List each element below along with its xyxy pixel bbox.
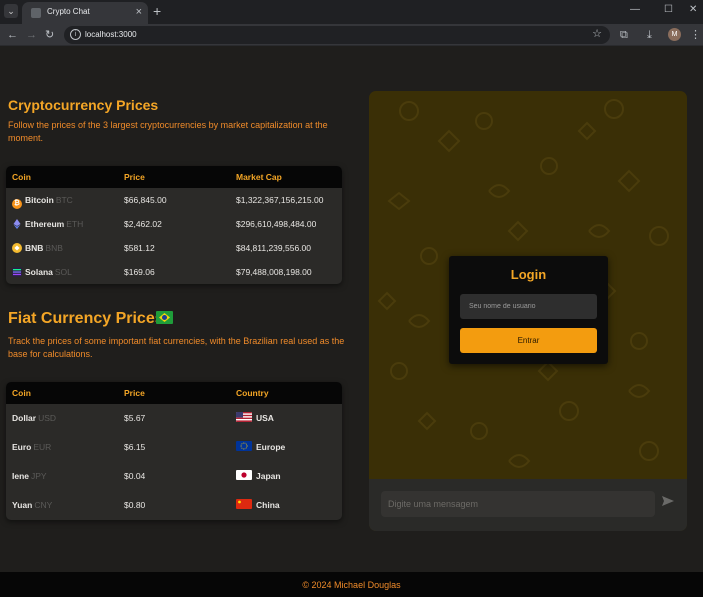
- currency-name: Dollar: [12, 413, 37, 423]
- currency-price: $6.15: [124, 442, 146, 452]
- login-button[interactable]: Entrar: [460, 328, 597, 353]
- profile-avatar[interactable]: M: [668, 28, 681, 41]
- currency-symbol: CNY: [34, 500, 53, 510]
- browser-toolbar: ← → ↻ i localhost:3000 ☆ ⧉ ⤓ ⋮: [0, 24, 703, 46]
- table-row: Ethereum ETH $2,462.02 $296,610,498,484.0…: [6, 212, 342, 236]
- tab-title: Crypto Chat: [47, 7, 90, 16]
- china-flag-icon: [236, 499, 252, 509]
- forward-icon[interactable]: →: [26, 28, 37, 42]
- currency-symbol: USD: [38, 413, 57, 423]
- download-icon[interactable]: ⤓: [647, 28, 652, 42]
- minimize-icon[interactable]: —: [630, 4, 640, 15]
- url-text: localhost:3000: [85, 30, 137, 39]
- close-tab-icon[interactable]: ×: [136, 6, 142, 18]
- currency-name: Euro: [12, 442, 32, 452]
- brazil-flag-icon: [156, 311, 173, 324]
- login-title: Login: [510, 267, 547, 282]
- bnb-icon: [12, 243, 22, 253]
- country-name: USA: [256, 413, 274, 423]
- crypto-section-description: Follow the prices of the 3 largest crypt…: [8, 120, 328, 143]
- coin-name: Ethereum: [25, 219, 65, 229]
- ethereum-icon: [12, 219, 22, 229]
- currency-price: $0.04: [124, 471, 146, 481]
- column-header-coin: Coin: [12, 172, 31, 182]
- close-window-icon[interactable]: ✕: [689, 4, 697, 15]
- coin-market-cap: $1,322,367,156,215.00: [236, 195, 324, 205]
- fiat-section-description: Track the prices of some important fiat …: [8, 336, 345, 359]
- chat-footer: [369, 479, 687, 531]
- coin-name: Solana: [25, 267, 53, 277]
- extensions-icon[interactable]: ⧉: [620, 28, 628, 42]
- maximize-icon[interactable]: ☐: [664, 4, 673, 15]
- currency-name: Yuan: [12, 500, 33, 510]
- currency-price: $5.67: [124, 413, 146, 423]
- coin-symbol: BTC: [55, 195, 73, 205]
- table-row: Euro EUR $6.15 Europe: [6, 433, 342, 462]
- bitcoin-icon: ₿: [12, 199, 22, 209]
- table-row: Dollar USD $5.67 USA: [6, 404, 342, 433]
- coin-symbol: BNB: [45, 243, 63, 253]
- coin-symbol: SOL: [54, 267, 72, 277]
- crypto-table: Coin Price Market Cap ₿ Bitcoin BTC $66,84…: [6, 166, 342, 284]
- currency-price: $0.80: [124, 500, 146, 510]
- browser-tabbar: ⌄ Crypto Chat × + — ☐ ✕: [0, 0, 703, 24]
- fiat-table: Coin Price Country Dollar USD $5.67 USA E…: [6, 382, 342, 520]
- table-row: Solana SOL $169.06 $79,488,008,198.00: [6, 260, 342, 284]
- menu-icon[interactable]: ⋮: [690, 28, 701, 42]
- coin-market-cap: $296,610,498,484.00: [236, 219, 317, 229]
- column-header-market-cap: Market Cap: [236, 172, 282, 182]
- table-row: Yuan CNY $0.80 China: [6, 491, 342, 520]
- crypto-section-title: Cryptocurrency Prices: [8, 97, 159, 113]
- username-input[interactable]: [460, 294, 597, 319]
- coin-market-cap: $79,488,008,198.00: [236, 267, 312, 277]
- table-row: Iene JPY $0.04 Japan: [6, 462, 342, 491]
- country-name: Europe: [256, 442, 286, 452]
- bookmark-star-icon[interactable]: ☆: [592, 27, 602, 40]
- browser-tab[interactable]: Crypto Chat ×: [22, 2, 148, 24]
- coin-price: $581.12: [124, 243, 155, 253]
- tab-search-icon[interactable]: ⌄: [4, 4, 18, 18]
- coin-market-cap: $84,811,239,556.00: [236, 243, 311, 253]
- currency-symbol: JPY: [31, 471, 47, 481]
- table-row: ₿ Bitcoin BTC $66,845.00 $1,322,367,156,21…: [6, 188, 342, 212]
- table-row: BNB BNB $581.12 $84,811,239,556.00: [6, 236, 342, 260]
- column-header-price: Price: [124, 172, 145, 182]
- coin-price: $66,845.00: [124, 195, 167, 205]
- crypto-table-header: Coin Price Market Cap: [6, 166, 342, 188]
- country-name: Japan: [256, 471, 281, 481]
- eu-flag-icon: [236, 441, 252, 451]
- site-info-icon[interactable]: i: [70, 29, 81, 40]
- send-icon[interactable]: [661, 494, 675, 508]
- tab-favicon-icon: [31, 8, 41, 18]
- fiat-section-title: Fiat Currency Prices: [8, 310, 164, 327]
- column-header-country: Country: [236, 388, 269, 398]
- solana-icon: [12, 267, 22, 277]
- address-bar[interactable]: i localhost:3000 ☆: [64, 26, 610, 44]
- fiat-table-header: Coin Price Country: [6, 382, 342, 404]
- coin-price: $169.06: [124, 267, 155, 277]
- column-header-price: Price: [124, 388, 145, 398]
- footer-text: © 2024 Michael Douglas: [302, 580, 401, 590]
- new-tab-icon[interactable]: +: [153, 3, 161, 19]
- coin-price: $2,462.02: [124, 219, 162, 229]
- currency-symbol: EUR: [33, 442, 52, 452]
- japan-flag-icon: [236, 470, 252, 480]
- back-icon[interactable]: ←: [7, 28, 18, 42]
- login-modal: Login Entrar: [449, 256, 608, 364]
- usa-flag-icon: [236, 412, 252, 422]
- country-name: China: [256, 500, 280, 510]
- message-input[interactable]: [381, 491, 655, 517]
- coin-symbol: ETH: [66, 219, 84, 229]
- coin-name: BNB: [25, 243, 44, 253]
- currency-name: Iene: [12, 471, 30, 481]
- reload-icon[interactable]: ↻: [45, 28, 54, 42]
- column-header-coin: Coin: [12, 388, 31, 398]
- coin-name: Bitcoin: [25, 195, 54, 205]
- page-footer: © 2024 Michael Douglas: [0, 572, 703, 597]
